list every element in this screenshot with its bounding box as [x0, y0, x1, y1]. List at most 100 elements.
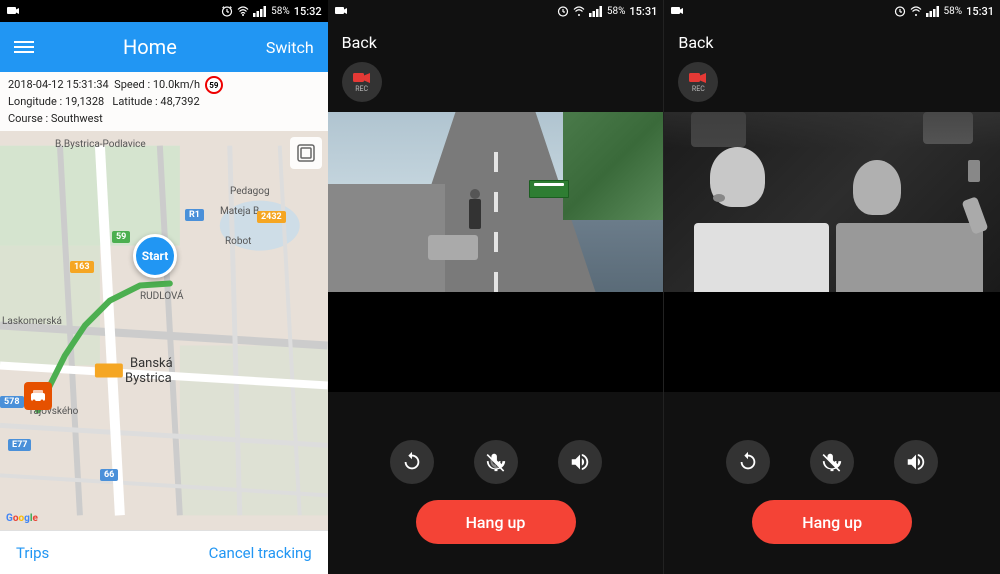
rec-cam-icon-3 — [689, 72, 707, 84]
rotate-icon-2 — [401, 451, 423, 473]
mic-button-3[interactable] — [810, 440, 854, 484]
driver-head — [853, 160, 901, 215]
map-bottom-bar: Trips Cancel tracking — [0, 530, 328, 574]
car-marker — [24, 382, 52, 410]
place-label-laskomers: Laskomerská — [2, 316, 62, 327]
phone-object — [968, 160, 980, 182]
road-sign — [529, 180, 569, 198]
cancel-tracking-button[interactable]: Cancel tracking — [209, 544, 312, 562]
status-bar-map: 58% 15:32 — [0, 0, 328, 22]
place-label-rudlova: RUDLOVÁ — [140, 291, 184, 302]
parked-car — [428, 235, 478, 260]
hang-up-label-3: Hang up — [802, 513, 862, 532]
driver-area — [836, 148, 984, 292]
feed-gap-3 — [664, 292, 1000, 392]
map-area[interactable]: B.Bystrica-Podlavice Pedagog Mateja B. R… — [0, 131, 328, 530]
road-badge-r1: R1 — [185, 209, 204, 221]
road-markings — [494, 148, 498, 292]
status-right-v3: 58% 15:31 — [894, 5, 995, 18]
status-right: 58% 15:32 — [221, 5, 322, 18]
place-label-robot: Robot — [225, 236, 251, 247]
longitude-label: Longitude : 19,1328 — [8, 95, 104, 108]
switch-button[interactable]: Switch — [266, 38, 314, 57]
alarm-icon-v3 — [894, 5, 906, 17]
place-label-bystrica2: Bystrica — [125, 371, 172, 386]
video-controls-2 — [328, 440, 664, 484]
rec-cam-icon-2 — [353, 72, 371, 84]
alarm-icon — [221, 5, 233, 17]
front-camera-feed — [328, 112, 664, 292]
car-icon — [29, 387, 47, 405]
back-button-3[interactable]: Back — [678, 33, 713, 52]
rotate-button-2[interactable] — [390, 440, 434, 484]
place-label-bystrica: B.Bystrica-Podlavice — [55, 139, 146, 150]
speed-badge: 59 — [205, 76, 223, 94]
road-badge-66: 66 — [100, 469, 118, 481]
hang-up-button-2[interactable]: Hang up — [416, 500, 576, 544]
road-badge-163: 163 — [70, 261, 94, 273]
start-marker: Start — [133, 234, 177, 278]
course-label: Course : Southwest — [8, 112, 103, 125]
signal-icon-v3 — [926, 5, 940, 17]
road-badge-e77: E77 — [8, 439, 31, 451]
status-bar-video2: 58% 15:31 — [328, 0, 664, 22]
time-v2: 15:31 — [629, 5, 657, 18]
mic-off-icon-2 — [485, 451, 507, 473]
trips-button[interactable]: Trips — [16, 544, 49, 562]
place-label-mateja: Mateja B. — [220, 206, 262, 217]
speed-label: Speed : 10.0km/h — [114, 78, 200, 91]
layers-icon — [296, 143, 316, 163]
mic-button-2[interactable] — [474, 440, 518, 484]
back-button-2[interactable]: Back — [342, 33, 377, 52]
road-badge-59: 59 — [112, 231, 130, 243]
map-layers-button[interactable] — [290, 137, 322, 169]
course-row: Course : Southwest — [8, 111, 320, 128]
pedestrian-figure — [469, 199, 481, 229]
wifi-icon-v3 — [910, 5, 922, 17]
camera-icon — [6, 4, 20, 18]
passenger-area — [681, 139, 842, 292]
driver-body — [836, 223, 984, 292]
signal-icon — [253, 5, 267, 17]
status-right-v2: 58% 15:31 — [557, 5, 658, 18]
wifi-icon — [237, 5, 249, 17]
rotate-button-3[interactable] — [726, 440, 770, 484]
app-header: Home Switch — [0, 22, 328, 72]
signal-icon-v2 — [589, 5, 603, 17]
mic-off-icon-3 — [821, 451, 843, 473]
info-bar: 2018-04-12 15:31:34 Speed : 10.0km/h 59 … — [0, 72, 328, 131]
rec-label-2: REC — [355, 85, 368, 93]
status-bar-video3: 58% 15:31 — [664, 0, 1000, 22]
rec-button-2[interactable]: REC — [342, 62, 382, 102]
video-panel-front: 58% 15:31 Back REC — [328, 0, 664, 574]
map-svg — [0, 131, 328, 530]
interior-camera-feed — [664, 112, 1000, 292]
status-left-v2 — [334, 4, 348, 18]
time-v3: 15:31 — [966, 5, 994, 18]
map-panel: 58% 15:32 Home Switch 2018-04-12 15:31:3… — [0, 0, 328, 574]
menu-line-1 — [14, 41, 34, 43]
speaker-icon-3 — [905, 451, 927, 473]
menu-button[interactable] — [14, 41, 34, 53]
windshield-top — [664, 112, 1000, 148]
menu-line-2 — [14, 46, 34, 48]
video-top-bar-2: Back — [328, 22, 664, 62]
trees-right — [563, 112, 664, 220]
feed-gap — [328, 292, 664, 392]
rec-button-3[interactable]: REC — [678, 62, 718, 102]
video-controls-3 — [664, 440, 1000, 484]
road-badge-578: 578 — [0, 396, 24, 408]
menu-line-3 — [14, 51, 34, 53]
speaker-button-2[interactable] — [558, 440, 602, 484]
latitude-label: Latitude : 48,7392 — [112, 95, 199, 108]
datetime-speed-row: 2018-04-12 15:31:34 Speed : 10.0km/h 59 — [8, 76, 320, 94]
speaker-icon-2 — [569, 451, 591, 473]
car-interior-scene — [664, 112, 1000, 292]
video-panel-interior: 58% 15:31 Back REC — [664, 0, 1000, 574]
speaker-button-3[interactable] — [894, 440, 938, 484]
place-label-pedagog: Pedagog — [230, 186, 270, 197]
battery-v2: 58% — [607, 6, 626, 17]
status-left-v3 — [670, 4, 684, 18]
datetime-label: 2018-04-12 15:31:34 — [8, 78, 109, 91]
hang-up-button-3[interactable]: Hang up — [752, 500, 912, 544]
